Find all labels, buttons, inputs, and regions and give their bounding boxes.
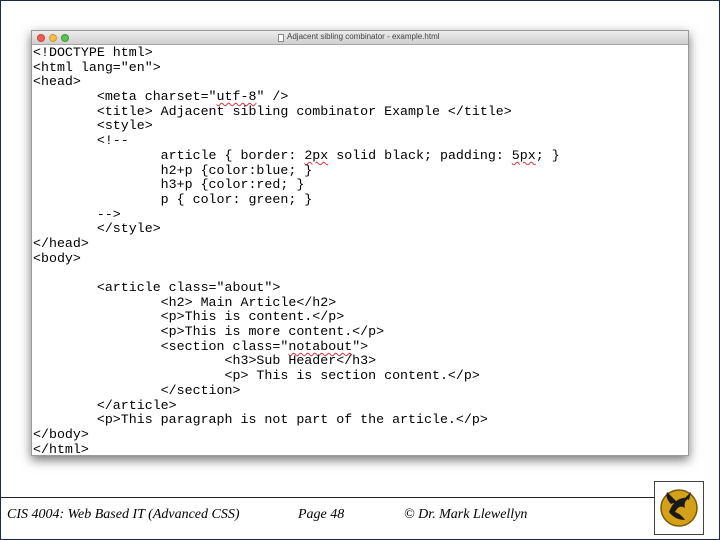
- code-line: <meta charset="utf-8" />: [33, 89, 289, 105]
- spellcheck-underline: notabout: [288, 338, 353, 354]
- code-line: <!--: [33, 133, 129, 149]
- editor-window: Adjacent sibling combinator - example.ht…: [31, 30, 689, 456]
- code-line: </style>: [33, 221, 161, 237]
- close-icon[interactable]: [37, 34, 45, 42]
- code-line: <p> This is section content.</p>: [33, 368, 480, 384]
- footer-page-number: Page 48: [298, 507, 345, 522]
- pegasus-logo-icon: [660, 489, 698, 527]
- spellcheck-underline: 5px: [511, 147, 536, 163]
- zoom-icon[interactable]: [61, 34, 69, 42]
- code-line: </section>: [33, 382, 241, 398]
- spellcheck-underline: utf-8: [216, 89, 257, 105]
- code-line: <h3>Sub Header</h3>: [33, 353, 377, 369]
- code-line: <!DOCTYPE html>: [33, 45, 153, 60]
- code-line: <title> Adjacent sibling combinator Exam…: [33, 103, 512, 119]
- code-line: <h2> Main Article</h2>: [33, 294, 337, 310]
- ucf-pegasus-logo: [654, 481, 704, 535]
- footer-course: CIS 4004: Web Based IT (Advanced CSS): [7, 507, 240, 522]
- code-line: </body>: [33, 426, 89, 442]
- minimize-icon[interactable]: [49, 34, 57, 42]
- code-line: h2+p {color:blue; }: [33, 162, 313, 178]
- window-titlebar[interactable]: Adjacent sibling combinator - example.ht…: [32, 31, 688, 45]
- spellcheck-underline: 2px: [304, 147, 329, 163]
- footer-author: © Dr. Mark Llewellyn: [404, 507, 528, 522]
- footer-divider: [0, 497, 655, 498]
- code-line: <p>This paragraph is not part of the art…: [33, 412, 488, 428]
- code-line: </head>: [33, 235, 89, 251]
- code-line: <article class="about">: [33, 280, 281, 295]
- code-line: <style>: [33, 118, 153, 134]
- code-line: <section class="notabout">: [33, 338, 369, 354]
- code-line: <p>This is content.</p>: [33, 309, 345, 325]
- code-line: p { color: green; }: [33, 191, 313, 207]
- window-title: Adjacent sibling combinator - example.ht…: [287, 32, 440, 41]
- code-editor[interactable]: <!DOCTYPE html> <html lang="en"> <head> <m…: [33, 45, 560, 457]
- document-icon: [278, 34, 284, 42]
- code-line: article { border: 2px solid black; paddi…: [33, 147, 560, 163]
- code-line: </html>: [33, 441, 89, 457]
- code-line: h3+p {color:red; }: [33, 177, 305, 193]
- code-line: </article>: [33, 397, 177, 413]
- code-line: -->: [33, 206, 121, 222]
- code-line: <p>This is more content.</p>: [33, 324, 385, 340]
- code-line: <body>: [33, 250, 81, 266]
- code-line: <head>: [33, 74, 81, 90]
- code-line: <html lang="en">: [33, 59, 161, 75]
